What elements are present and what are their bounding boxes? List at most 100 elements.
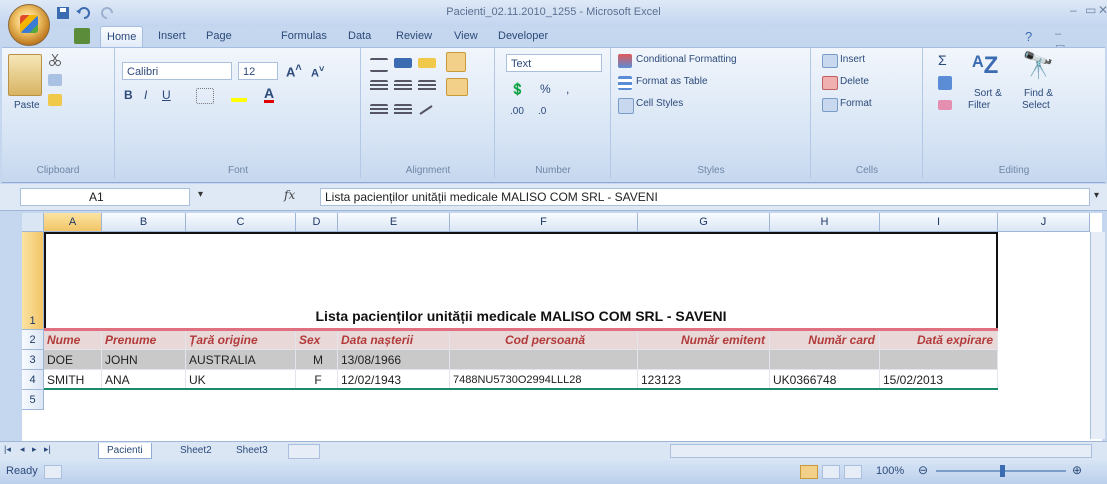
cut-icon[interactable] [48,53,62,66]
spreadsheet-grid[interactable]: A B C D E F G H I J 1 2 3 4 5 Lista paci… [22,213,1102,441]
shrink-font-icon[interactable]: A˅ [311,64,324,80]
cell-d4[interactable]: F [296,370,338,390]
increase-indent-icon[interactable] [394,104,412,116]
accounting-format-icon[interactable]: 💲 [510,82,525,96]
page-break-view-icon[interactable] [844,465,862,479]
column-header-j[interactable]: J [998,213,1090,232]
normal-view-icon[interactable] [800,465,818,479]
paste-icon[interactable] [8,54,42,96]
column-header-a[interactable]: A [44,213,102,232]
format-cells-button[interactable]: Format [840,98,872,109]
cell-h4[interactable]: UK0366748 [770,370,880,390]
sheet-tab-pacienti[interactable]: Pacienti [98,443,152,459]
cell-styles-button[interactable]: Cell Styles [636,98,683,109]
sheet-nav-prev-icon[interactable]: ◂ [20,444,25,455]
row-header-2[interactable]: 2 [22,330,44,350]
sort-button[interactable]: Sort & [974,88,1002,99]
sheet-nav-next-icon[interactable]: ▸ [32,444,37,455]
undo-icon[interactable] [75,5,91,21]
insert-cells-button[interactable]: Insert [840,54,865,65]
filter-button[interactable]: Filter [968,100,990,111]
column-header-e[interactable]: E [338,213,450,232]
row-header-3[interactable]: 3 [22,350,44,370]
tab-view[interactable]: View [448,26,484,46]
bold-icon[interactable]: B [124,88,133,102]
tab-home[interactable]: Home [100,26,144,47]
column-header-f[interactable]: F [450,213,638,232]
font-name-select[interactable]: Calibri [122,62,232,80]
page-layout-view-icon[interactable] [822,465,840,479]
redo-icon[interactable] [100,5,116,21]
close-icon[interactable]: ✕ [1098,3,1107,17]
sheet-tab-sheet3[interactable]: Sheet3 [228,443,276,458]
sheet-nav-last-icon[interactable]: ▸| [44,444,51,455]
cell-f3[interactable] [450,350,638,370]
align-top-icon[interactable] [370,58,388,72]
cell-g4[interactable]: 123123 [638,370,770,390]
wrap-text-icon[interactable] [446,52,466,72]
column-header-h[interactable]: H [770,213,880,232]
sheet-tab-sheet2[interactable]: Sheet2 [172,443,220,458]
fill-icon[interactable] [938,76,952,90]
grow-font-icon[interactable]: A˄ [286,62,302,79]
align-center-icon[interactable] [394,80,412,92]
title-merged-cell[interactable]: Lista pacienților unității medicale MALI… [44,232,998,330]
select-all-corner[interactable] [22,213,44,232]
underline-icon[interactable]: U [162,88,171,102]
office-button[interactable] [8,4,50,46]
cell-h3[interactable] [770,350,880,370]
name-box[interactable]: A1 [20,188,190,206]
number-format-select[interactable]: Text [506,54,602,72]
decrease-decimal-icon[interactable]: .0 [538,106,546,117]
orientation-icon[interactable] [418,104,436,116]
percent-icon[interactable]: % [540,82,551,96]
cell-f4[interactable]: 7488NU5730O2994LLL28 [450,370,638,390]
cell-e4[interactable]: 12/02/1943 [338,370,450,390]
delete-cells-button[interactable]: Delete [840,76,869,87]
name-box-dropdown-icon[interactable]: ▾ [198,189,203,200]
help-icon[interactable]: ? [1025,29,1032,44]
tab-insert[interactable]: Insert [152,26,192,46]
cell-i3[interactable] [880,350,998,370]
row-header-4[interactable]: 4 [22,370,44,390]
column-header-b[interactable]: B [102,213,186,232]
vertical-scrollbar[interactable] [1090,232,1105,439]
header-sex[interactable]: Sex [296,331,338,350]
zoom-level[interactable]: 100% [876,465,904,477]
cell-a4[interactable]: SMITH [44,370,102,390]
row-header-1[interactable]: 1 [22,232,44,330]
conditional-formatting-button[interactable]: Conditional Formatting [636,54,737,65]
header-numar-emitent[interactable]: Număr emitent [638,331,770,350]
header-cod-persoana[interactable]: Cod persoană [450,331,638,350]
zoom-slider-thumb[interactable] [1000,465,1005,477]
align-left-icon[interactable] [370,80,388,92]
sort-filter-icon[interactable]: ᴬZ [972,52,998,80]
tab-formulas[interactable]: Formulas [275,26,333,46]
tab-review[interactable]: Review [390,26,438,46]
merge-center-icon[interactable] [446,78,468,96]
cell-g3[interactable] [638,350,770,370]
header-prenume[interactable]: Prenume [102,331,186,350]
column-header-g[interactable]: G [638,213,770,232]
align-middle-icon[interactable] [394,58,412,68]
fill-color-icon[interactable] [231,88,247,102]
align-right-icon[interactable] [418,80,436,92]
font-color-icon[interactable]: A [264,86,275,103]
cell-c4[interactable]: UK [186,370,296,390]
header-data-expirare[interactable]: Dată expirare [880,331,998,350]
minimize-icon[interactable]: – [1070,3,1077,17]
cell-e3[interactable]: 13/08/1966 [338,350,450,370]
decrease-indent-icon[interactable] [370,104,388,116]
tab-data[interactable]: Data [342,26,377,46]
column-header-c[interactable]: C [186,213,296,232]
maximize-icon[interactable]: ▭ [1085,3,1096,17]
cell-i4[interactable]: 15/02/2013 [880,370,998,390]
header-numar-card[interactable]: Număr card [770,331,880,350]
italic-icon[interactable]: I [144,88,147,102]
expand-formula-icon[interactable]: ▾ [1094,190,1099,201]
increase-decimal-icon[interactable]: .00 [510,106,524,117]
format-painter-icon[interactable] [48,94,62,106]
tab-developer[interactable]: Developer [492,26,554,46]
insert-function-icon[interactable]: fx [284,188,295,202]
autosum-icon[interactable]: Σ [938,52,947,68]
